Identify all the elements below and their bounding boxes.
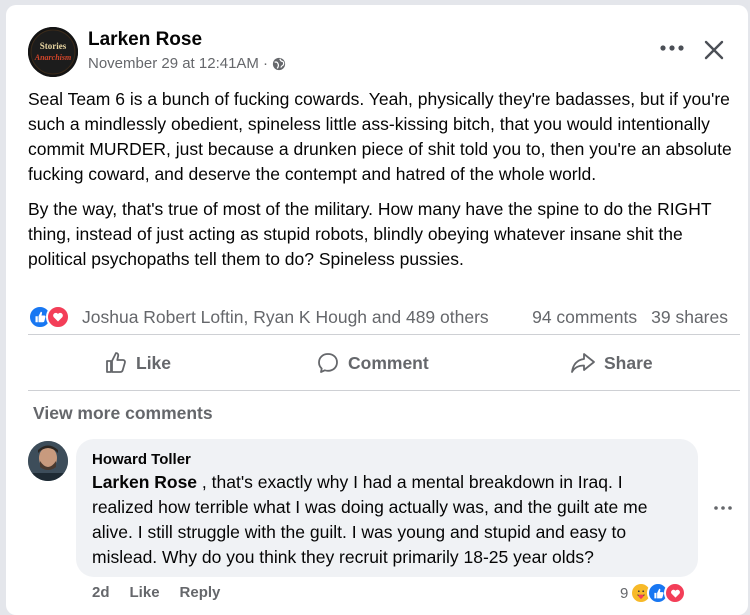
like-button-label: Like xyxy=(136,352,172,373)
share-button-label: Share xyxy=(604,352,653,373)
author-avatar-image: Stories Anarchism xyxy=(28,27,78,77)
divider-top xyxy=(28,334,740,335)
comment-bubble-icon xyxy=(318,353,338,373)
reaction-icons[interactable] xyxy=(28,305,70,329)
comment-button[interactable]: Comment xyxy=(316,345,429,381)
more-dots-icon xyxy=(660,45,684,51)
post-timestamp[interactable]: November 29 at 12:41AM xyxy=(88,55,259,72)
svg-text:Stories: Stories xyxy=(40,41,67,51)
comment-more-dots-icon xyxy=(714,506,732,510)
view-more-comments-link[interactable]: View more comments xyxy=(33,403,213,424)
divider-bottom xyxy=(28,390,740,391)
shares-count[interactable]: 39 shares xyxy=(651,307,728,328)
post-paragraph: By the way, that's true of most of the m… xyxy=(28,199,712,269)
comment-love-reaction-icon xyxy=(664,582,687,604)
like-thumb-icon xyxy=(106,352,126,373)
svg-text:Anarchism: Anarchism xyxy=(34,53,71,62)
comment-button-label: Comment xyxy=(348,352,429,373)
comment-reactions[interactable]: 9 xyxy=(620,582,687,604)
comment-mention-link[interactable]: Larken Rose xyxy=(92,472,197,492)
commenter-avatar[interactable] xyxy=(28,441,68,481)
comments-count[interactable]: 94 comments xyxy=(532,307,637,328)
meta-separator: · xyxy=(262,55,268,72)
love-reaction-icon xyxy=(46,305,70,329)
author-avatar[interactable]: Stories Anarchism xyxy=(28,27,78,77)
close-icon xyxy=(704,40,724,60)
comment-like-button[interactable]: Like xyxy=(130,584,160,601)
comment-author-name[interactable]: Howard Toller xyxy=(92,451,191,468)
share-arrow-icon xyxy=(571,353,595,373)
comment-bubble: Howard Toller Larken Rose , that's exact… xyxy=(76,439,698,577)
post-body: Seal Team 6 is a bunch of fucking coward… xyxy=(28,87,740,282)
post-meta: November 29 at 12:41AM · xyxy=(88,55,286,72)
close-button[interactable] xyxy=(696,33,732,67)
comment-age[interactable]: 2d xyxy=(92,584,110,601)
comment-reaction-count: 9 xyxy=(620,584,629,602)
commenter-avatar-image xyxy=(28,441,68,481)
comment-more-options-button[interactable] xyxy=(706,495,740,521)
globe-icon xyxy=(272,57,286,71)
share-button[interactable]: Share xyxy=(570,345,653,381)
post-card: Stories Anarchism Larken Rose November 2… xyxy=(6,5,748,615)
comment-actions: 2d Like Reply xyxy=(92,584,220,601)
like-button[interactable]: Like xyxy=(104,345,171,381)
post-paragraph: Seal Team 6 is a bunch of fucking coward… xyxy=(28,89,732,184)
comment-text: Larken Rose , that's exactly why I had a… xyxy=(92,470,688,570)
engagement-counts: 94 comments 39 shares xyxy=(532,307,728,328)
post-author-name[interactable]: Larken Rose xyxy=(88,29,202,51)
comment-reply-button[interactable]: Reply xyxy=(180,584,221,601)
reaction-names[interactable]: Joshua Robert Loftin, Ryan K Hough and 4… xyxy=(82,307,489,328)
more-options-button[interactable] xyxy=(652,33,692,63)
